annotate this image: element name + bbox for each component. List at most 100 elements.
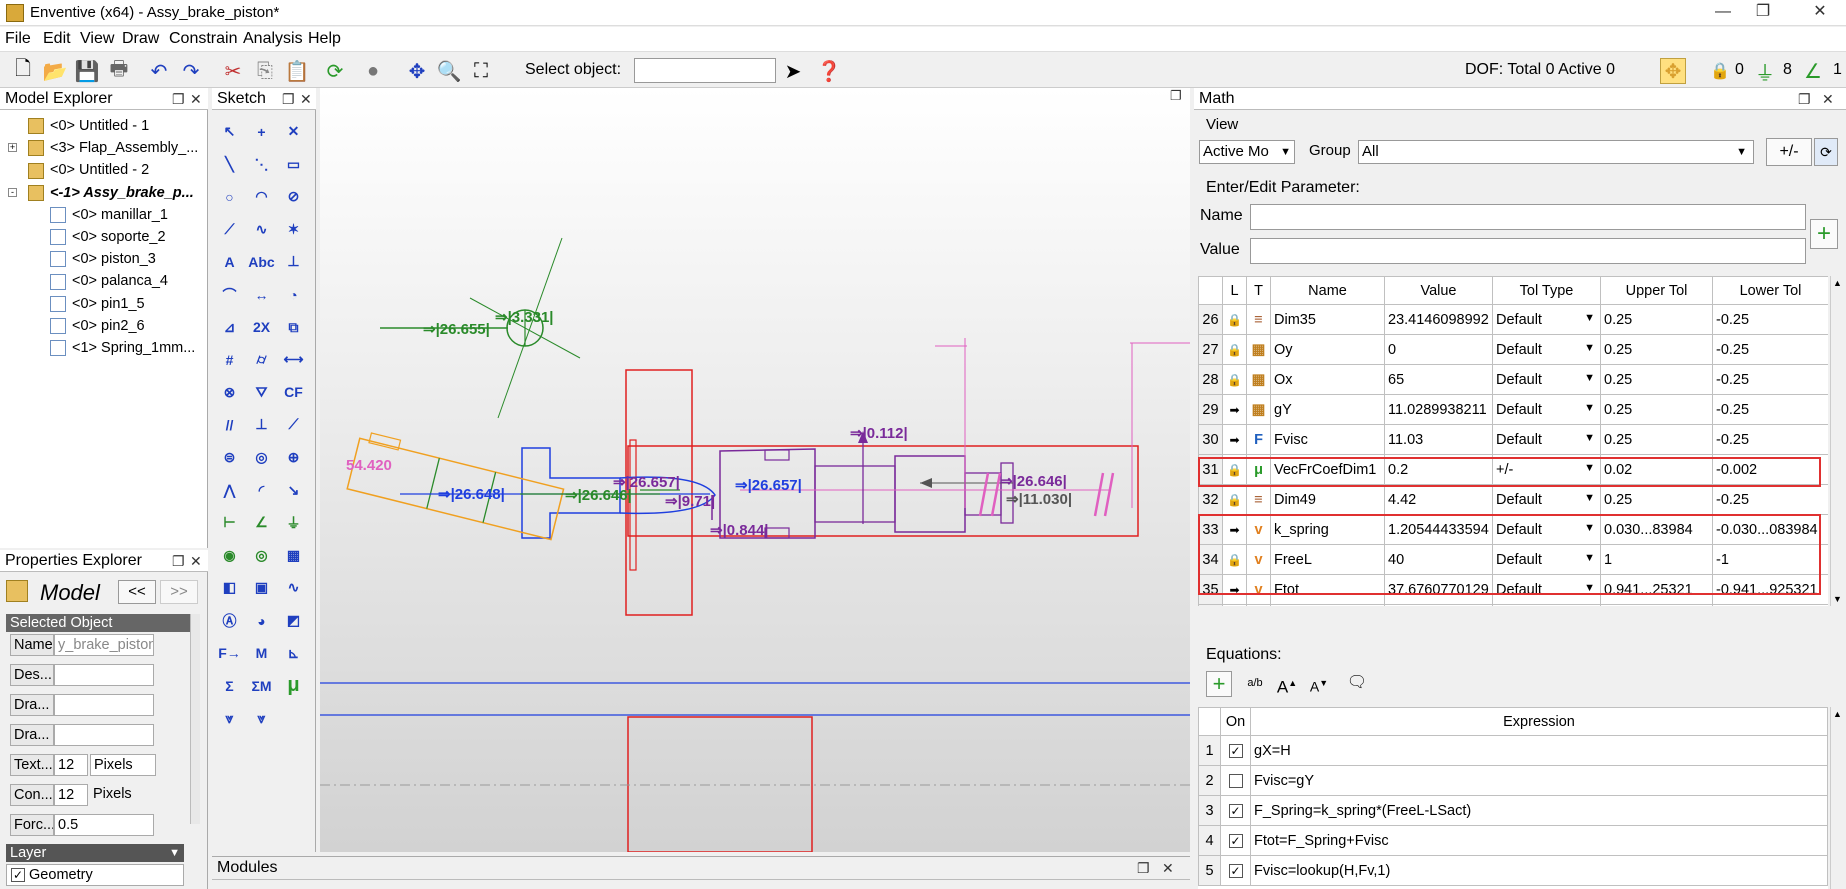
moment-icon[interactable]: M xyxy=(248,640,275,667)
column-header[interactable]: Value xyxy=(1384,276,1493,305)
tol-type-select[interactable]: Default xyxy=(1492,424,1601,455)
parameter-value[interactable]: 11.03 xyxy=(1384,424,1493,455)
angle-vertex-icon[interactable]: ⋀ xyxy=(216,477,243,504)
tree-item[interactable]: - <-1> Assy_brake_p... xyxy=(8,183,194,203)
close-icon[interactable]: ✕ xyxy=(1822,88,1834,110)
property-value[interactable] xyxy=(54,724,154,746)
column-header[interactable]: Tol Type xyxy=(1492,276,1601,305)
arc-constraint-icon[interactable]: ◜ xyxy=(248,477,275,504)
property-value[interactable] xyxy=(54,694,154,716)
sum-m-icon[interactable]: ΣM xyxy=(248,672,275,699)
area-icon[interactable]: Ⓐ xyxy=(216,607,243,634)
paste-icon[interactable]: 📋 xyxy=(284,58,310,84)
mirror-icon[interactable]: ↔ xyxy=(248,281,275,308)
close-icon[interactable]: ✕ xyxy=(190,88,202,110)
line-icon[interactable]: ╲ xyxy=(216,151,243,178)
print-icon[interactable]: 🖶 xyxy=(106,58,132,84)
float-icon[interactable]: ❐ xyxy=(1137,857,1150,879)
parameter-row[interactable]: 32🔒≡Dim494.42Default0.25-0.25 xyxy=(1198,484,1828,515)
tol-type-select[interactable]: Default xyxy=(1492,364,1601,395)
circle-icon[interactable]: ○ xyxy=(216,183,243,210)
close-icon[interactable]: ✕ xyxy=(1162,857,1174,879)
close-icon[interactable]: ✕ xyxy=(300,88,312,110)
ground-fix-icon[interactable]: ⏚ xyxy=(280,509,307,536)
menu-edit[interactable]: Edit xyxy=(43,30,71,48)
scroll-up-icon[interactable]: ▲ xyxy=(1833,709,1842,719)
property-value[interactable]: 0.5 xyxy=(54,814,154,836)
horizontal-dim-icon[interactable]: ⊢ xyxy=(216,509,243,536)
property-value[interactable]: 12 xyxy=(54,784,88,806)
name-input[interactable] xyxy=(1250,204,1806,230)
menu-help[interactable]: Help xyxy=(308,30,341,48)
upper-tol[interactable]: 0 xyxy=(1600,604,1713,606)
menu-view[interactable]: View xyxy=(80,30,114,48)
lower-tol[interactable]: -0.25 xyxy=(1712,424,1828,455)
dof-solve-icon[interactable]: ✥ xyxy=(1660,58,1686,84)
lower-tol[interactable]: 0 xyxy=(1712,604,1828,606)
property-unit[interactable]: Pixels xyxy=(90,754,156,776)
menu-file[interactable]: File xyxy=(5,30,31,48)
region-icon[interactable]: ◩ xyxy=(280,607,307,634)
coincident-icon[interactable]: ⊕ xyxy=(280,444,307,471)
lock-icon[interactable]: 🔒 xyxy=(1222,334,1247,365)
equation-on-cell[interactable]: ✓ xyxy=(1220,825,1251,856)
select-object-input[interactable] xyxy=(634,58,776,83)
column-header[interactable]: T xyxy=(1246,276,1271,305)
block-edit-icon[interactable]: ▣ xyxy=(248,574,275,601)
parameter-name[interactable]: Dim49 xyxy=(1270,484,1385,515)
slot-icon[interactable]: ⊘ xyxy=(280,183,307,210)
equation-expression[interactable]: Fvisc=lookup(H,Fv,1) xyxy=(1250,855,1828,886)
tree-item[interactable]: <0> pin1_5 xyxy=(50,294,145,314)
drawing-canvas[interactable]: ⇒|26.655| ⇒|3.331| ⇒|0.112| ⇒|26.648| ⇒|… xyxy=(320,88,1190,852)
equation-on-cell[interactable]: ✓ xyxy=(1220,855,1251,886)
tol-type-select[interactable]: Default xyxy=(1492,394,1601,425)
trim-icon[interactable]: ⊿ xyxy=(216,314,243,341)
block-icon[interactable]: ◧ xyxy=(216,574,243,601)
upper-tol[interactable]: 0.25 xyxy=(1600,424,1713,455)
hatch-icon[interactable]: # xyxy=(216,346,243,373)
tree-item[interactable]: <0> soporte_2 xyxy=(50,227,166,247)
column-header[interactable]: Upper Tol xyxy=(1600,276,1713,305)
rectangle-icon[interactable]: ▭ xyxy=(280,151,307,178)
group-select[interactable]: All ▼ xyxy=(1358,140,1754,164)
save-icon[interactable]: 💾 xyxy=(74,58,100,84)
checkbox[interactable]: ✓ xyxy=(1228,863,1243,878)
lock-icon[interactable]: 🔒 xyxy=(1222,604,1247,606)
spline-icon[interactable]: ∿ xyxy=(248,216,275,243)
tree-item[interactable]: <1> Spring_1mm... xyxy=(50,338,195,358)
equal-circle-icon[interactable]: ◎ xyxy=(248,444,275,471)
comment-icon[interactable]: 🗨 xyxy=(1344,672,1370,696)
tangent-icon[interactable]: ⟋ xyxy=(280,411,307,438)
tree-item[interactable]: + <3> Flap_Assembly_... xyxy=(8,138,198,158)
lock-icon[interactable]: 🔒 xyxy=(1222,304,1247,335)
parameter-name[interactable]: X xyxy=(1270,604,1385,606)
close-button[interactable]: ✕ xyxy=(1800,2,1840,24)
force-icon[interactable]: F→ xyxy=(216,640,243,667)
arc-icon[interactable]: ◠ xyxy=(248,183,275,210)
axis-icon[interactable]: ⊾ xyxy=(280,640,307,667)
column-header[interactable]: Name xyxy=(1270,276,1385,305)
parameters-scrollbar[interactable]: ▲ ▼ xyxy=(1830,276,1844,606)
zoom-icon[interactable]: 🔍 xyxy=(436,58,462,84)
fraction-icon[interactable]: a/b xyxy=(1242,672,1268,696)
parameter-name[interactable]: gY xyxy=(1270,394,1385,425)
parameter-row[interactable]: 26🔒≡Dim3523.4146098992Default0.25-0.25 xyxy=(1198,304,1828,335)
float-icon[interactable]: ❐ xyxy=(172,88,185,110)
parameter-name[interactable]: Ox xyxy=(1270,364,1385,395)
tol-type-select[interactable]: Default xyxy=(1492,334,1601,365)
parameter-value[interactable]: 23.4146098992 xyxy=(1384,304,1493,335)
lower-tol[interactable]: -0.25 xyxy=(1712,334,1828,365)
tree-item[interactable]: <0> Untitled - 2 xyxy=(28,160,149,180)
tolerance-toggle-button[interactable]: +/- xyxy=(1766,138,1812,166)
help-icon[interactable]: ❓ xyxy=(816,58,842,84)
cross-icon[interactable]: ✕ xyxy=(280,118,307,145)
checkbox[interactable] xyxy=(1228,773,1243,788)
tree-item[interactable]: <0> manillar_1 xyxy=(50,205,168,225)
centroid-icon[interactable]: ◕ xyxy=(248,607,275,634)
gauge-icon[interactable]: ◔ xyxy=(280,281,307,308)
equation-expression[interactable]: F_Spring=k_spring*(FreeL-LSact) xyxy=(1250,795,1828,826)
parameter-row[interactable]: 27🔒▦Oy0Default0.25-0.25 xyxy=(1198,334,1828,365)
equation-expression[interactable]: Ftot=F_Spring+Fvisc xyxy=(1250,825,1828,856)
road-icon[interactable]: ⛛ xyxy=(248,379,275,406)
zoom-fit-icon[interactable]: ⛶ xyxy=(468,58,494,84)
